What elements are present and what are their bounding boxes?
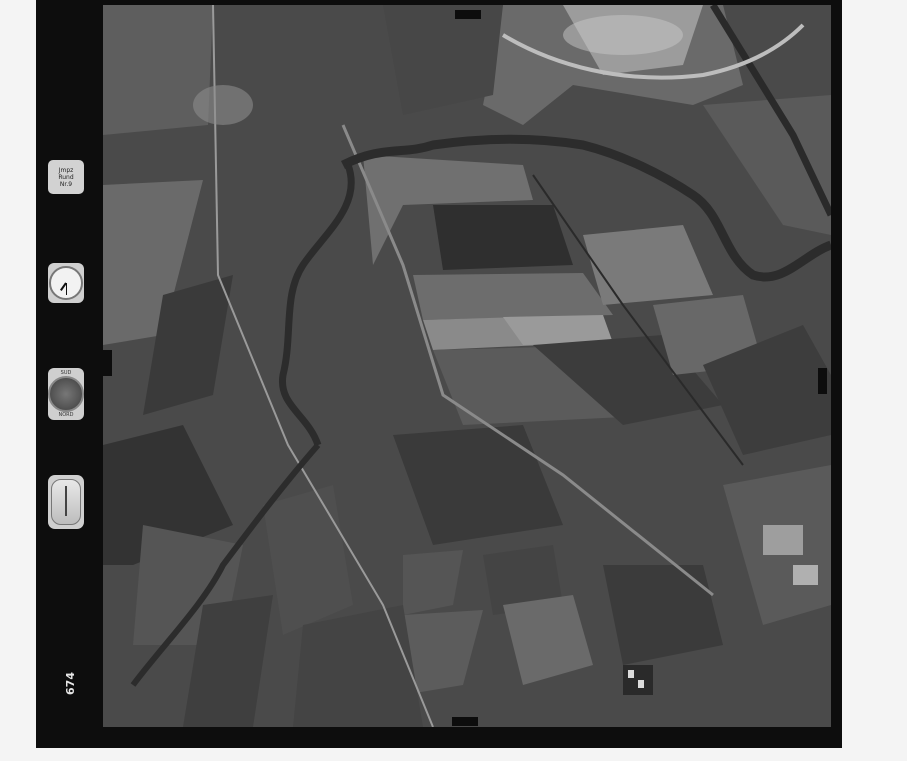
altimeter-icon	[48, 475, 84, 529]
altimeter-face	[51, 479, 81, 525]
clock-icon	[48, 263, 84, 303]
label-card-line-2: Rund	[58, 173, 74, 181]
fiducial-mark-top	[455, 10, 481, 19]
compass-icon: SUD NORD	[48, 368, 84, 420]
fiducial-mark-left	[103, 350, 112, 376]
compass-label-bottom: NORD	[58, 412, 74, 418]
label-card-line-3: Nr.9	[59, 180, 73, 188]
compass-dial	[48, 376, 84, 412]
clock-face	[49, 266, 83, 300]
label-card: Jmpz Rund Nr.9	[48, 160, 84, 194]
clock-minute-hand	[65, 283, 67, 295]
instrument-strip: Jmpz Rund Nr.9 SUD NORD	[36, 0, 103, 748]
fiducial-mark-right	[818, 368, 827, 394]
aerial-photo	[103, 5, 831, 727]
frame-number: 674	[64, 672, 77, 695]
fiducial-mark-bottom	[452, 717, 478, 726]
aerial-photo-canvas	[103, 5, 831, 727]
label-card-line-1: Jmpz	[58, 166, 74, 174]
